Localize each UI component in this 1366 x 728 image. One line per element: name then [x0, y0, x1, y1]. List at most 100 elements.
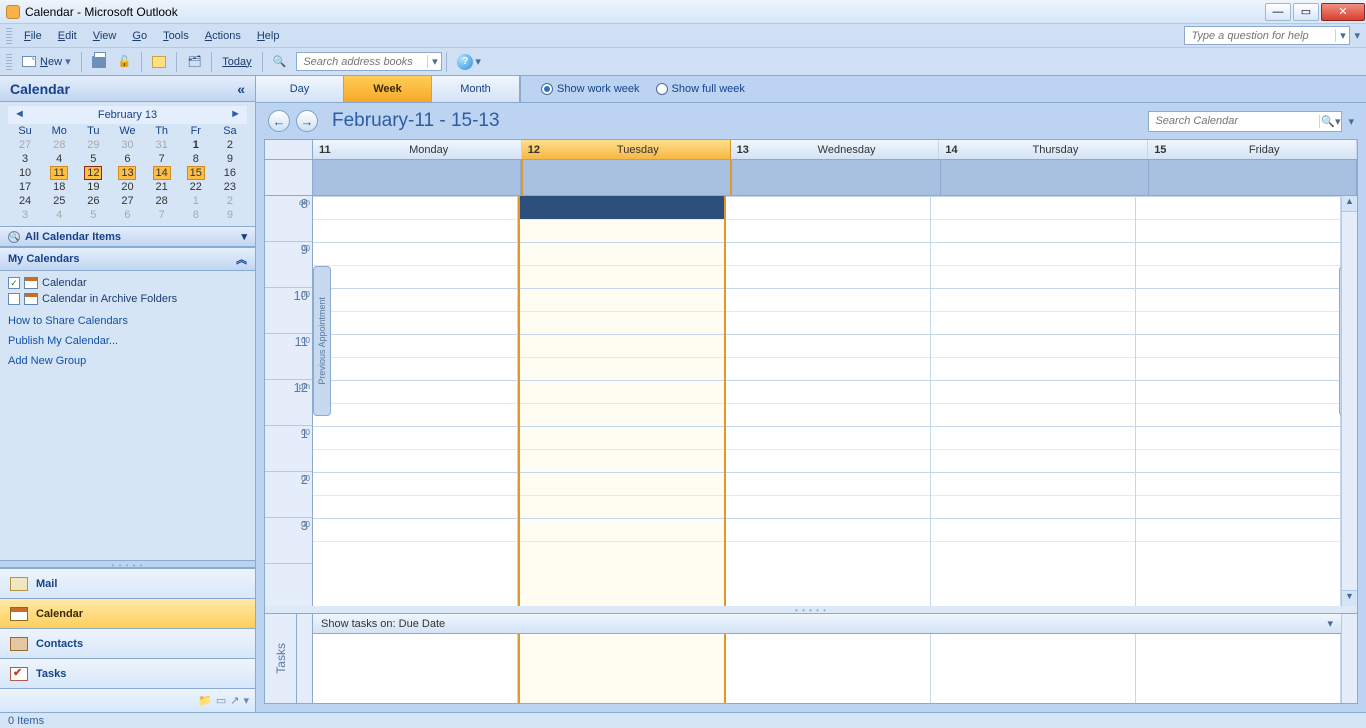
address-book-input[interactable]: [297, 56, 427, 68]
show-full-week-option[interactable]: Show full week: [656, 83, 745, 95]
task-day-cell[interactable]: [518, 634, 726, 703]
address-dropdown-icon[interactable]: ▾: [427, 55, 441, 68]
task-day-cell[interactable]: [313, 634, 518, 703]
mini-cal-day[interactable]: 9: [213, 152, 247, 166]
checkbox-icon[interactable]: [8, 293, 20, 305]
mini-cal-day[interactable]: 6: [110, 152, 144, 166]
day-column[interactable]: [313, 196, 518, 606]
mini-cal-day[interactable]: 20: [110, 180, 144, 194]
mini-calendar[interactable]: SuMoTuWeThFrSa27282930311234567891011121…: [8, 124, 247, 222]
mini-cal-day[interactable]: 27: [8, 138, 42, 152]
link-add-group[interactable]: Add New Group: [0, 351, 255, 371]
allday-cell[interactable]: [313, 160, 521, 195]
scroll-up-icon[interactable]: ▲: [1342, 196, 1357, 212]
mini-cal-day[interactable]: 7: [145, 152, 179, 166]
window-close-button[interactable]: ✕: [1321, 3, 1365, 21]
mini-cal-day[interactable]: 16: [213, 166, 247, 180]
nav-contacts-button[interactable]: Contacts: [0, 628, 255, 658]
allday-cell[interactable]: [941, 160, 1149, 195]
nav-mail-button[interactable]: Mail: [0, 568, 255, 598]
vertical-scrollbar[interactable]: ▲▼: [1341, 196, 1357, 606]
nav-calendar-button[interactable]: Calendar: [0, 598, 255, 628]
folder-icon[interactable]: 📁: [198, 694, 212, 707]
next-week-button[interactable]: →: [296, 110, 318, 132]
mini-cal-day[interactable]: 27: [110, 194, 144, 208]
mini-cal-day[interactable]: 25: [42, 194, 76, 208]
journal-icon[interactable]: ↗: [230, 694, 239, 707]
search-icon[interactable]: 🔍▾: [1319, 115, 1341, 128]
mini-cal-day[interactable]: 1: [179, 138, 213, 152]
mini-cal-day[interactable]: 13: [110, 166, 144, 180]
menu-help[interactable]: Help: [249, 27, 288, 45]
mini-cal-day[interactable]: 28: [42, 138, 76, 152]
task-day-cell[interactable]: [931, 634, 1136, 703]
mini-cal-day[interactable]: 17: [8, 180, 42, 194]
mini-cal-day[interactable]: 3: [8, 208, 42, 222]
tasks-header[interactable]: Show tasks on: Due Date ▾: [313, 614, 1341, 634]
allday-cell[interactable]: [521, 160, 732, 195]
mini-cal-day[interactable]: 10: [8, 166, 42, 180]
task-day-cell[interactable]: [726, 634, 931, 703]
today-button[interactable]: Today: [216, 53, 257, 71]
allday-cell[interactable]: [732, 160, 940, 195]
appointment-area[interactable]: [313, 196, 1341, 606]
mini-cal-day[interactable]: 1: [179, 194, 213, 208]
all-calendar-items-band[interactable]: 🔍 All Calendar Items ▾: [0, 226, 255, 247]
address-book-search[interactable]: ▾: [296, 52, 442, 71]
day-header[interactable]: 11Monday: [313, 140, 522, 159]
window-minimize-button[interactable]: —: [1265, 3, 1291, 21]
mini-cal-day[interactable]: 11: [42, 166, 76, 180]
mini-cal-day[interactable]: 9: [213, 208, 247, 222]
mini-cal-day[interactable]: 3: [8, 152, 42, 166]
mini-cal-day[interactable]: 14: [145, 166, 179, 180]
tab-month[interactable]: Month: [432, 76, 520, 102]
mini-cal-day[interactable]: 23: [213, 180, 247, 194]
menu-view[interactable]: View: [85, 27, 125, 45]
show-work-week-option[interactable]: Show work week: [541, 83, 640, 95]
day-header[interactable]: 12Tuesday: [522, 140, 731, 159]
menu-tools[interactable]: Tools: [155, 27, 197, 45]
toolbar-overflow-icon[interactable]: ▾: [475, 55, 481, 68]
previous-appointment-handle[interactable]: Previous Appointment: [313, 266, 331, 416]
mini-cal-day[interactable]: 31: [145, 138, 179, 152]
prev-month-icon[interactable]: ◄: [14, 108, 25, 120]
overlay-button[interactable]: 🗂: [181, 52, 207, 71]
mini-cal-day[interactable]: 2: [213, 194, 247, 208]
mini-cal-day[interactable]: 19: [76, 180, 110, 194]
my-calendars-band[interactable]: My Calendars ︽: [0, 247, 255, 271]
mini-cal-day[interactable]: 18: [42, 180, 76, 194]
mini-cal-day[interactable]: 22: [179, 180, 213, 194]
search-calendar-box[interactable]: 🔍▾: [1148, 111, 1342, 132]
mini-cal-day[interactable]: 2: [213, 138, 247, 152]
permissions-button[interactable]: 🔓: [112, 52, 138, 71]
mini-cal-day[interactable]: 24: [8, 194, 42, 208]
help-dropdown-icon[interactable]: ▾: [1335, 29, 1349, 42]
day-column[interactable]: [518, 196, 726, 606]
day-column[interactable]: [1136, 196, 1341, 606]
window-maximize-button[interactable]: ▭: [1293, 3, 1319, 21]
day-column[interactable]: [726, 196, 931, 606]
tasks-resize-grip[interactable]: • • • • •: [265, 606, 1357, 613]
mini-cal-day[interactable]: 5: [76, 208, 110, 222]
day-header[interactable]: 15Friday: [1148, 140, 1357, 159]
mini-cal-day[interactable]: 8: [179, 152, 213, 166]
link-share-calendars[interactable]: How to Share Calendars: [0, 311, 255, 331]
help-question-box[interactable]: ▾: [1184, 26, 1350, 45]
day-header[interactable]: 13Wednesday: [731, 140, 940, 159]
categories-button[interactable]: [146, 53, 172, 71]
next-month-icon[interactable]: ►: [230, 108, 241, 120]
shortcuts-icon[interactable]: ▭: [216, 694, 226, 707]
new-button[interactable]: New ▾: [16, 52, 77, 71]
mini-cal-day[interactable]: 8: [179, 208, 213, 222]
day-header[interactable]: 14Thursday: [939, 140, 1148, 159]
mini-cal-day[interactable]: 15: [179, 166, 213, 180]
menubar-overflow-icon[interactable]: ▾: [1354, 29, 1360, 42]
print-button[interactable]: [86, 53, 112, 71]
configure-buttons-icon[interactable]: ▾: [243, 694, 249, 707]
mini-cal-day[interactable]: 12: [76, 166, 110, 180]
tasks-scrollbar[interactable]: [1341, 614, 1357, 703]
mini-cal-day[interactable]: 7: [145, 208, 179, 222]
help-icon[interactable]: ?: [457, 54, 473, 70]
menu-actions[interactable]: Actions: [197, 27, 249, 45]
tab-week[interactable]: Week: [344, 76, 432, 102]
